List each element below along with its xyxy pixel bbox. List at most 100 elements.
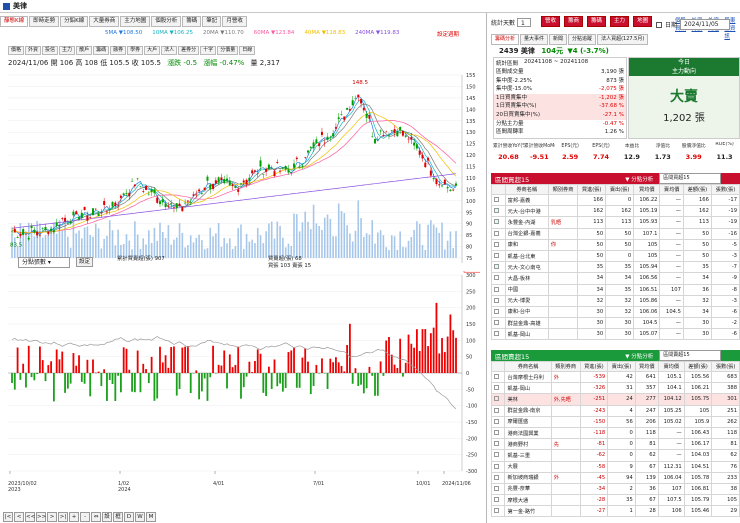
row-checkbox[interactable] bbox=[491, 382, 506, 395]
header-tab[interactable]: 籌碼 bbox=[587, 16, 607, 27]
analysis-tab-3[interactable]: 分點追蹤 bbox=[568, 34, 597, 45]
nav-tool-button[interactable]: << bbox=[25, 512, 35, 522]
stats-days-input[interactable]: 1 bbox=[517, 17, 532, 27]
row-checkbox[interactable] bbox=[491, 482, 506, 496]
column-header[interactable]: 賣均價 bbox=[657, 361, 685, 372]
table-row[interactable]: 群益金鼎-南京 -243 4 247 105.25 105 251 bbox=[491, 404, 740, 417]
nav-tool-button[interactable]: M bbox=[146, 512, 156, 522]
date-picker[interactable]: 2024/11/05 bbox=[680, 19, 731, 30]
row-checkbox[interactable] bbox=[491, 305, 506, 319]
column-header[interactable]: 賣出(張) bbox=[607, 361, 636, 372]
tab-6[interactable]: 籌碼 bbox=[182, 16, 202, 27]
row-checkbox[interactable] bbox=[491, 272, 506, 285]
analysis-tab-2[interactable]: 新聞 bbox=[549, 34, 568, 45]
row-checkbox[interactable] bbox=[491, 393, 506, 406]
table-row[interactable]: 元大-台中中港 162 162 105.19—162 -19 bbox=[491, 205, 740, 218]
table-row[interactable]: 港商野村先 -81 0 81—106.17 81 bbox=[491, 438, 740, 451]
table-row[interactable]: 群益金鼎-高雄 30 30 104.5—30 -2 bbox=[491, 317, 740, 330]
nav-tool-button[interactable]: - bbox=[80, 512, 90, 522]
analysis-tab-0[interactable]: 籌碼分析 bbox=[491, 34, 520, 45]
table-row[interactable]: 康和你 50 50 105—50 -5 bbox=[491, 238, 740, 251]
column-header[interactable]: 張數(張) bbox=[710, 184, 740, 195]
row-checkbox[interactable] bbox=[491, 317, 506, 330]
nav-tool-button[interactable]: + bbox=[69, 512, 79, 522]
table-row[interactable]: 元大-文心南屯 35 35 105.94—35 -7 bbox=[491, 261, 740, 274]
table-row[interactable]: 新加坡商瑞銀外 -45 94 139 106.04 105.78 233 bbox=[491, 471, 740, 484]
row-checkbox[interactable] bbox=[491, 205, 506, 218]
row-checkbox[interactable] bbox=[491, 438, 506, 451]
column-header[interactable]: 賣均價 bbox=[659, 184, 684, 195]
row-checkbox[interactable] bbox=[491, 216, 506, 229]
table-row[interactable]: 永豐金-內湖 乳晤 113 113 105.93—113 -19 bbox=[491, 216, 740, 229]
tab-1[interactable]: 即時走勢 bbox=[29, 16, 60, 27]
table-row[interactable]: 港商法國興業 -118 0 118—106.43 118 bbox=[491, 426, 740, 440]
tab-0[interactable]: 靜態K線 bbox=[0, 16, 29, 27]
tab-3[interactable]: 大量券商 bbox=[89, 16, 120, 27]
table-row[interactable]: 美林 外,先晤 -251 24 277 104.12 105.75 301 bbox=[491, 393, 740, 406]
table-row[interactable]: 康和-台中 30 32 106.06 104.5 34 -6 bbox=[491, 305, 740, 319]
header-tab[interactable]: 主力 bbox=[610, 16, 630, 27]
row-checkbox[interactable] bbox=[491, 471, 506, 484]
table-row[interactable]: 兆豐-奈華 -34 2 36 107 106.81 38 bbox=[491, 482, 740, 496]
buy-select[interactable]: 區間買超15 bbox=[659, 173, 722, 184]
nav-tool-button[interactable]: D bbox=[124, 512, 134, 522]
nav-tool-button[interactable]: > bbox=[47, 512, 57, 522]
column-header[interactable] bbox=[491, 361, 506, 372]
table-row[interactable]: 摩根大通 -28 35 67 107.5 105.79 105 bbox=[491, 494, 740, 507]
nav-tool-button[interactable]: |< bbox=[3, 512, 13, 522]
tab-4[interactable]: 主力地圖 bbox=[120, 16, 151, 27]
row-checkbox[interactable] bbox=[491, 261, 506, 274]
indicator-settings-button[interactable]: 設定 bbox=[76, 257, 94, 267]
price-chart[interactable]: 155 150 145 140 135 130 125 120 115 110 105 100 95 90… bbox=[0, 53, 480, 263]
table-row[interactable]: 台灣摩根士丹利外 -539 42 641 105.1 105.56 683 bbox=[491, 370, 740, 384]
header-tab[interactable]: 地圖 bbox=[633, 16, 653, 27]
table-row[interactable]: 第一金-路竹 -27 1 28 106 105.46 29 bbox=[491, 505, 740, 518]
table-row[interactable]: 凱基-岡山 -326 31 357 104.1 106.21 388 bbox=[491, 382, 740, 395]
tab-7[interactable]: 筆記 bbox=[202, 16, 222, 27]
sell-select[interactable]: 區間賣超15 bbox=[659, 350, 722, 361]
nav-tool-button[interactable]: >| bbox=[58, 512, 68, 522]
column-header[interactable]: 券商名稱 bbox=[504, 361, 552, 372]
row-checkbox[interactable] bbox=[491, 193, 506, 207]
column-header[interactable]: 買均價 bbox=[634, 361, 659, 372]
column-header[interactable]: 差額(張) bbox=[683, 361, 713, 372]
column-header[interactable] bbox=[491, 184, 506, 195]
tab-5[interactable]: 個股分析 bbox=[151, 16, 182, 27]
indicator-chart[interactable]: 300 250 200 150 100 50 0 -50 -100 -150 -200 -250 -30… bbox=[0, 271, 480, 496]
table-row[interactable]: 元大-博愛 32 32 105.86—32 -3 bbox=[491, 294, 740, 307]
row-checkbox[interactable] bbox=[491, 460, 506, 473]
column-header[interactable]: 買進(張) bbox=[579, 361, 609, 372]
header-tab[interactable]: 營收 bbox=[541, 16, 561, 27]
header-tab[interactable]: 籌商 bbox=[564, 16, 584, 27]
column-header[interactable]: 券商名稱 bbox=[504, 184, 549, 195]
table-row[interactable]: 台灣企銀-嘉義 50 50 107.1—50 -16 bbox=[491, 227, 740, 240]
tab-8[interactable]: 月營收 bbox=[222, 16, 247, 27]
column-header[interactable]: 類別券商 bbox=[547, 184, 579, 195]
row-checkbox[interactable] bbox=[491, 370, 506, 384]
table-row[interactable]: 大昌-板林 34 34 106.56—34 -9 bbox=[491, 272, 740, 285]
table-row[interactable]: 中國 34 35 106.51 107 36 -8 bbox=[491, 283, 740, 296]
column-header[interactable]: 張數(張) bbox=[711, 361, 740, 372]
table-row[interactable]: 凱基-台北東 50 0 105—50 -3 bbox=[491, 249, 740, 263]
row-checkbox[interactable] bbox=[491, 449, 506, 462]
table-row[interactable]: 凱基-三重 -62 0 62—104.03 62 bbox=[491, 449, 740, 462]
row-checkbox[interactable] bbox=[491, 426, 506, 440]
analysis-tab-1[interactable]: 量大事件 bbox=[520, 34, 549, 45]
row-checkbox[interactable] bbox=[491, 283, 506, 296]
chart-settings-link[interactable]: 設定週期 bbox=[437, 30, 459, 38]
nav-tool-button[interactable]: W bbox=[135, 512, 145, 522]
row-checkbox[interactable] bbox=[491, 227, 506, 240]
row-checkbox[interactable] bbox=[491, 494, 506, 507]
row-checkbox[interactable] bbox=[491, 415, 506, 428]
column-header[interactable]: 買進(張) bbox=[577, 184, 607, 195]
nav-tool-button[interactable]: 設 bbox=[102, 512, 112, 522]
row-checkbox[interactable] bbox=[491, 328, 506, 341]
row-checkbox[interactable] bbox=[491, 505, 506, 518]
table-row[interactable]: 摩爾匯盛 -150 56 206 105.02 105.9 262 bbox=[491, 415, 740, 428]
table-row[interactable]: 大展 -58 9 67 112.31 104.51 76 bbox=[491, 460, 740, 473]
table-row[interactable]: 富邦-嘉義 166 0 106.22—166 -17 bbox=[491, 193, 740, 207]
nav-tool-button[interactable]: 框 bbox=[113, 512, 123, 522]
column-header[interactable]: 買均價 bbox=[633, 184, 661, 195]
column-header[interactable]: 差額(張) bbox=[682, 184, 712, 195]
table-row[interactable]: 凱基-岡山 30 30 105.07—30 -6 bbox=[491, 328, 740, 341]
